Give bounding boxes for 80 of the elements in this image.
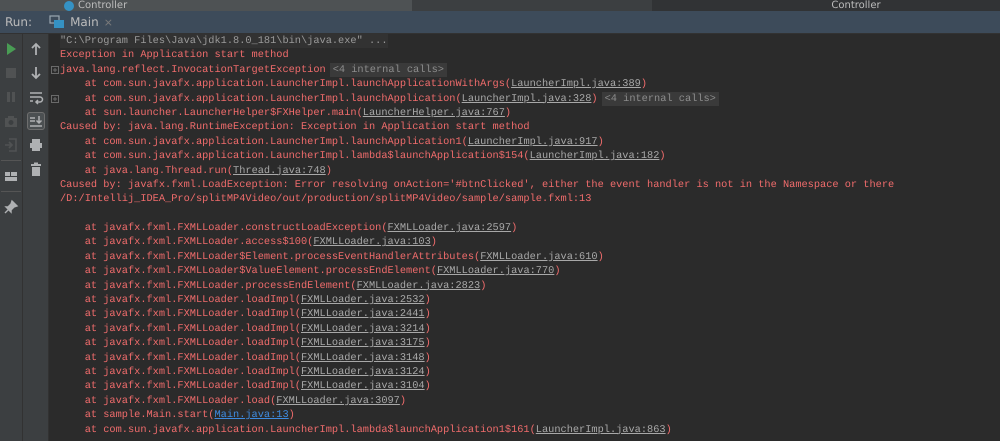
source-link[interactable]: Main.java:13 xyxy=(214,408,289,423)
error-text: at javafx.fxml.FXMLLoader.loadImpl( xyxy=(84,322,301,336)
source-link[interactable]: FXMLLoader.java:2597 xyxy=(388,221,512,236)
error-text: at javafx.fxml.FXMLLoader.access$100( xyxy=(84,235,314,250)
error-text: at com.sun.javafx.application.LauncherImpl.launchApplicationWithArgs( xyxy=(84,77,512,92)
error-text: Caused by: javafx.fxml.LoadException: Error resolving onAction='#btnClicked', either the event handler is not in the Namespace or there xyxy=(60,178,894,192)
error-text: at java.lang.Thread.run( xyxy=(84,164,234,178)
source-link[interactable]: FXMLLoader.java:3175 xyxy=(301,336,425,351)
source-link[interactable]: FXMLLoader.java:103 xyxy=(313,235,431,250)
editor-tab[interactable]: Controller xyxy=(652,0,1000,11)
error-text: at com.sun.javafx.application.LauncherImpl.lambda$launchApplication$154( xyxy=(84,149,530,164)
error-text: at javafx.fxml.FXMLLoader.loadImpl( xyxy=(84,379,301,394)
source-link[interactable]: FXMLLoader.java:2441 xyxy=(301,307,425,322)
folded-calls[interactable]: <4 internal calls> xyxy=(330,62,447,78)
error-text: ) xyxy=(424,350,431,365)
error-text: at javafx.fxml.FXMLLoader.loadImpl( xyxy=(84,307,301,322)
error-text: ) xyxy=(598,134,604,150)
error-text: at javafx.fxml.FXMLLoader.loadImpl( xyxy=(84,350,301,365)
source-link[interactable]: FXMLLoader.java:3214 xyxy=(301,322,425,336)
error-text: at javafx.fxml.FXMLLoader.load( xyxy=(84,394,276,408)
error-text: at javafx.fxml.FXMLLoader.loadImpl( xyxy=(84,336,301,351)
error-text: ) xyxy=(480,278,486,294)
error-text: at javafx.fxml.FXMLLoader.processEndElement( xyxy=(84,278,357,294)
error-text: at javafx.fxml.FXMLLoader.loadImpl( xyxy=(84,293,301,308)
source-link[interactable]: LauncherImpl.java:863 xyxy=(536,422,666,437)
source-link[interactable]: LauncherImpl.java:917 xyxy=(468,134,598,150)
source-link[interactable]: FXMLLoader.java:2823 xyxy=(356,278,480,294)
error-text: ) xyxy=(554,264,561,279)
error-text: ) xyxy=(400,394,406,408)
error-text: ) xyxy=(424,293,431,308)
error-text: ) xyxy=(666,422,672,437)
source-link[interactable]: FXMLLoader.java:2532 xyxy=(301,293,425,308)
error-text: at com.sun.javafx.application.LauncherImpl.launchApplication1( xyxy=(84,134,468,150)
source-link[interactable]: Thread.java:748 xyxy=(233,164,326,178)
source-link[interactable]: FXMLLoader.java:610 xyxy=(480,250,598,264)
scroll-to-end-icon[interactable] xyxy=(26,112,44,130)
error-text: ) xyxy=(511,221,518,236)
error-text: ) xyxy=(504,106,512,120)
tab-label: Main xyxy=(70,15,99,29)
expand-icon[interactable] xyxy=(50,66,58,74)
error-text: at javafx.fxml.FXMLLoader.loadImpl( xyxy=(84,364,301,380)
source-link[interactable]: LauncherImpl.java:182 xyxy=(530,149,660,164)
error-text: at javafx.fxml.FXMLLoader.constructLoadException( xyxy=(84,221,388,236)
error-text: at com.sun.javafx.application.LauncherImpl.launchApplication( xyxy=(84,92,462,106)
error-text: ) xyxy=(430,235,437,250)
source-link[interactable]: FXMLLoader.java:3124 xyxy=(301,364,425,380)
error-text: ) xyxy=(424,307,431,322)
error-text: at sun.launcher.LauncherHelper$FXHelper.main( xyxy=(84,106,363,120)
error-text: ) xyxy=(288,408,295,423)
window-icon xyxy=(49,15,66,29)
error-text: ) xyxy=(591,92,598,106)
error-text: ) xyxy=(326,164,332,178)
error-text: at sample.Main.start( xyxy=(84,408,214,423)
error-text: ) xyxy=(424,322,431,336)
error-text: Exception in Application start method xyxy=(60,48,289,63)
pin-icon[interactable] xyxy=(2,198,20,216)
error-text: ) xyxy=(598,250,604,264)
source-link[interactable]: FXMLLoader.java:3097 xyxy=(276,394,400,408)
class-icon xyxy=(64,0,74,10)
error-text: ) xyxy=(424,379,431,394)
expand-icon[interactable] xyxy=(50,94,58,103)
source-link[interactable]: FXMLLoader.java:3148 xyxy=(301,350,425,365)
error-text: ) xyxy=(424,364,431,380)
source-link[interactable]: FXMLLoader.java:3104 xyxy=(301,379,425,394)
tab-label: Controller xyxy=(78,0,128,11)
error-text: at javafx.fxml.FXMLLoader$ValueElement.processEndElement( xyxy=(84,264,437,279)
source-link[interactable]: LauncherImpl.java:389 xyxy=(511,77,641,92)
error-text: at javafx.fxml.FXMLLoader$Element.processEventHandlerAttributes( xyxy=(84,250,480,264)
error-text: /D:/Intellij_IDEA_Pro/splitMP4Video/out/production/splitMP4Video/sample/sample.fxml:13 xyxy=(60,192,592,207)
source-link[interactable]: FXMLLoader.java:770 xyxy=(436,264,554,279)
error-text: ) xyxy=(659,149,666,164)
editor-tab[interactable]: Controller xyxy=(0,0,412,11)
error-text: ) xyxy=(424,336,431,351)
source-link[interactable]: LauncherHelper.java:767 xyxy=(362,106,505,120)
error-text: ) xyxy=(640,77,648,92)
source-link[interactable]: LauncherImpl.java:328 xyxy=(462,92,592,106)
error-text: java.lang.reflect.InvocationTargetException xyxy=(60,62,326,78)
folded-calls[interactable]: <4 internal calls> xyxy=(602,92,719,106)
error-text: Caused by: java.lang.RuntimeException: Exception in Application start method xyxy=(60,120,530,135)
error-text: at com.sun.javafx.application.LauncherImpl.lambda$launchApplication1$161( xyxy=(84,422,536,437)
